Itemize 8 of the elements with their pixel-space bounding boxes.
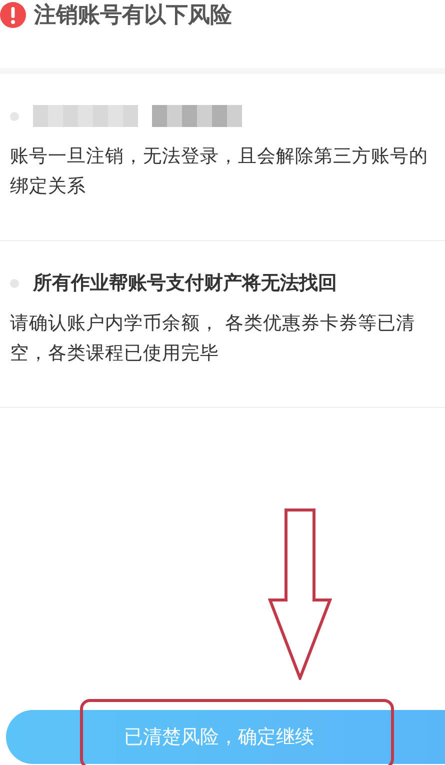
- bullet-dot: [10, 278, 19, 288]
- bullet-dot: [10, 112, 19, 120]
- confirm-button[interactable]: 已清楚风险，确定继续: [6, 710, 445, 764]
- risk-description: 请确认账户内学币余额， 各类优惠券卡券等已清空，各类课程已使用完毕: [10, 312, 416, 366]
- warning-icon: [0, 2, 26, 28]
- page-title: 注销账号有以下风险: [34, 2, 232, 30]
- risk-title: 所有作业帮账号支付财产将无法找回: [33, 271, 337, 296]
- risk-description: 账号一旦注销，无法登录，且会解除第三方账号的绑定关系: [10, 145, 429, 199]
